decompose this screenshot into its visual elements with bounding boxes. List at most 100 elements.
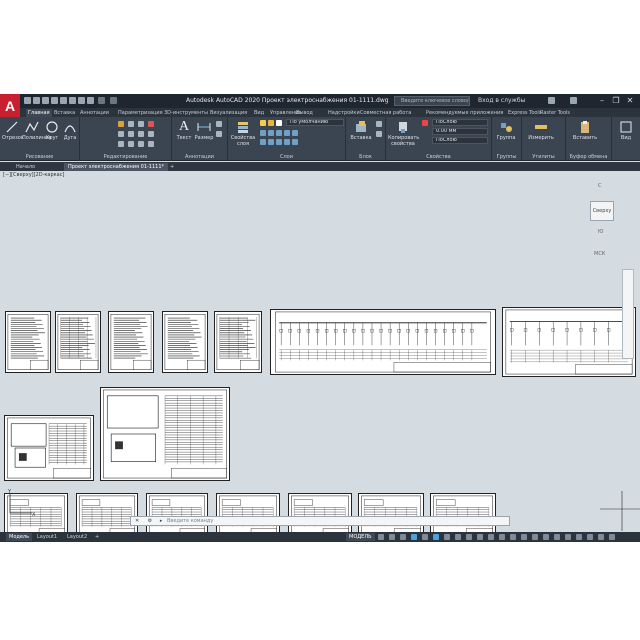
groups-panel-title[interactable]: Группы — [492, 154, 521, 160]
polar-toggle-icon[interactable] — [411, 534, 417, 540]
leader-icon[interactable] — [216, 121, 222, 127]
osnap-toggle-icon[interactable] — [422, 534, 428, 540]
ribbon-tab-3[interactable]: Аннотации — [78, 109, 111, 117]
ribbon-tab-7[interactable]: Вид — [252, 109, 266, 117]
tab-start[interactable]: Начало — [12, 163, 39, 171]
drawing-sheet[interactable] — [162, 311, 208, 373]
drawing-sheet[interactable] — [146, 493, 208, 532]
transparency-toggle-icon[interactable] — [609, 534, 615, 540]
open-icon[interactable] — [33, 97, 40, 104]
customize-toggle-icon[interactable] — [521, 534, 527, 540]
line-button[interactable]: Отрезок — [2, 120, 24, 141]
scale-icon[interactable] — [128, 141, 134, 147]
layer-tool-icon[interactable] — [268, 130, 274, 136]
otrack-toggle-icon[interactable] — [433, 534, 439, 540]
trim-icon[interactable] — [138, 121, 144, 127]
stretch-icon[interactable] — [118, 141, 124, 147]
color-dropdown[interactable]: ПоСлою — [432, 119, 488, 126]
ribbon-tab-1[interactable]: Главная — [26, 109, 52, 117]
match-properties-button[interactable]: Копировать свойства — [388, 120, 419, 147]
save-as-icon[interactable] — [51, 97, 58, 104]
erase-icon[interactable] — [148, 121, 154, 127]
lineweight-toggle-icon[interactable] — [598, 534, 604, 540]
isolate-toggle-icon[interactable] — [499, 534, 505, 540]
copy-icon[interactable] — [118, 131, 124, 137]
polyline-button[interactable]: Полилиния — [22, 120, 51, 141]
arc-button[interactable]: Дуга — [60, 120, 80, 141]
lineweight-toggle-icon[interactable] — [444, 534, 450, 540]
drawing-sheet[interactable] — [108, 311, 154, 373]
drawing-sheet[interactable] — [55, 311, 101, 373]
add-layout-button[interactable]: + — [92, 533, 102, 541]
drawing-sheet[interactable] — [4, 415, 94, 481]
tab-layout1[interactable]: Layout1 — [34, 533, 60, 541]
layer-properties-button[interactable]: Свойства слоя — [230, 120, 256, 147]
new-icon[interactable] — [24, 97, 31, 104]
snap-toggle-icon[interactable] — [389, 534, 395, 540]
offset-icon[interactable] — [148, 141, 154, 147]
layer-tool-icon[interactable] — [260, 139, 266, 145]
minimize-button[interactable]: – — [596, 95, 608, 106]
insert-block-button[interactable]: Вставка — [350, 120, 372, 141]
close-command-icon[interactable]: ✕ — [131, 518, 143, 524]
color-swatch-icon[interactable] — [276, 120, 282, 126]
modify-panel-title[interactable]: Редактирование — [80, 154, 171, 160]
table-icon[interactable] — [216, 131, 222, 137]
save-icon[interactable] — [42, 97, 49, 104]
tab-model[interactable]: Модель — [6, 533, 33, 541]
workspace-toggle-icon[interactable] — [488, 534, 494, 540]
otrack-toggle-icon[interactable] — [587, 534, 593, 540]
ribbon-tab-6[interactable]: Визуализация — [208, 109, 249, 117]
save-web-icon[interactable] — [78, 97, 85, 104]
text-button[interactable]: A Текст — [174, 120, 194, 142]
command-line[interactable]: ✕ ⚙ ▸ Введите команду — [130, 516, 510, 526]
wcs-menu[interactable]: МСК — [594, 251, 605, 257]
mirror-icon[interactable] — [128, 131, 134, 137]
drawing-canvas[interactable]: [−][Сверху][2D-каркас] С Сверху Ю МСК Y … — [0, 171, 640, 532]
ortho-toggle-icon[interactable] — [554, 534, 560, 540]
plot-icon[interactable] — [60, 97, 67, 104]
sign-in-button[interactable]: Вход в службы — [478, 97, 525, 104]
grid-toggle-icon[interactable] — [532, 534, 538, 540]
tab-layout2[interactable]: Layout2 — [64, 533, 90, 541]
fullscreen-toggle-icon[interactable] — [510, 534, 516, 540]
help-icon[interactable] — [570, 97, 577, 104]
edit-block-icon[interactable] — [376, 131, 382, 137]
bulb-icon[interactable] — [260, 120, 266, 126]
layer-tool-icon[interactable] — [292, 130, 298, 136]
transparency-toggle-icon[interactable] — [455, 534, 461, 540]
drawing-sheet[interactable] — [502, 307, 636, 377]
layer-tool-icon[interactable] — [268, 139, 274, 145]
layer-tool-icon[interactable] — [276, 139, 282, 145]
layers-panel-title[interactable]: Слои — [228, 154, 345, 160]
selection-cycling-toggle-icon[interactable] — [466, 534, 472, 540]
layer-tool-icon[interactable] — [276, 130, 282, 136]
new-tab-button[interactable]: + — [166, 163, 178, 171]
linetype-dropdown[interactable]: ПоСлою — [432, 137, 488, 144]
measure-button[interactable]: Измерить — [528, 120, 554, 141]
move-icon[interactable] — [118, 121, 124, 127]
ribbon-tab-11[interactable]: Совместная работа — [358, 109, 413, 117]
drawing-sheet[interactable] — [214, 311, 262, 373]
paste-button[interactable]: Вставить — [572, 120, 598, 141]
layer-tool-icon[interactable] — [284, 139, 290, 145]
polar-toggle-icon[interactable] — [565, 534, 571, 540]
share-icon[interactable] — [87, 97, 94, 104]
model-space-toggle[interactable]: МОДЕЛЬ — [346, 533, 375, 541]
lineweight-dropdown[interactable]: 0.00 мм — [432, 128, 488, 135]
sun-icon[interactable] — [268, 120, 274, 126]
drawing-sheet[interactable] — [76, 493, 138, 532]
ribbon-tab-4[interactable]: Параметризация — [116, 109, 165, 117]
annotation-scale-toggle-icon[interactable] — [477, 534, 483, 540]
annotation-panel-title[interactable]: Аннотации — [172, 154, 227, 160]
tab-drawing[interactable]: Проект электроснабжения 01-1111* — [64, 163, 169, 171]
rotate-icon[interactable] — [128, 121, 134, 127]
layer-tool-icon[interactable] — [284, 130, 290, 136]
wrench-icon[interactable]: ⚙ — [145, 518, 155, 524]
explode-icon[interactable] — [148, 131, 154, 137]
drawing-sheet[interactable] — [358, 493, 424, 532]
circle-button[interactable]: Круг — [42, 120, 62, 141]
command-input[interactable]: Введите команду — [167, 518, 213, 524]
layer-tool-icon[interactable] — [292, 139, 298, 145]
search-input[interactable]: Введите ключевое слово/фразу — [394, 96, 470, 106]
